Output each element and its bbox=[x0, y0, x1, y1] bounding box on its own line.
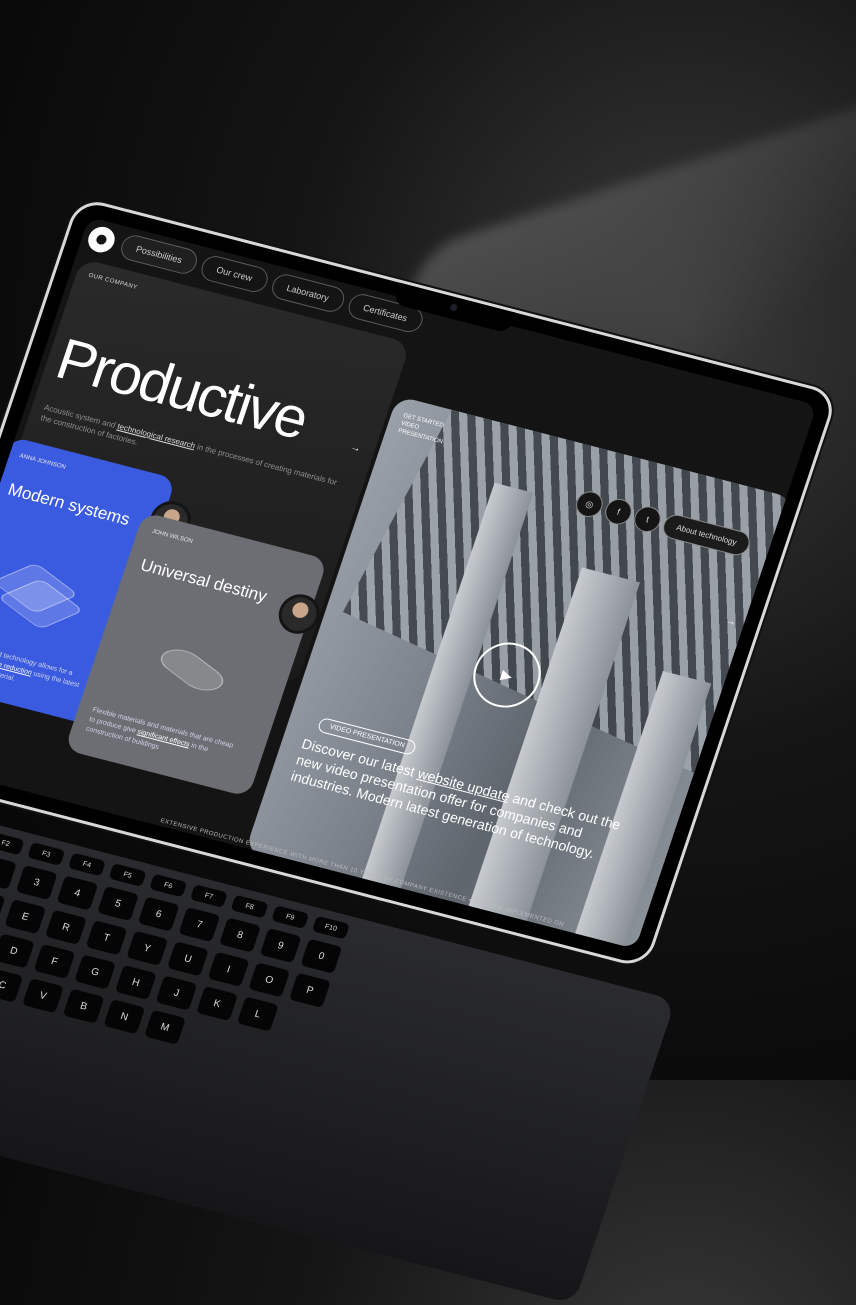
key-u[interactable]: U bbox=[166, 941, 209, 977]
key-9[interactable]: 9 bbox=[259, 928, 302, 964]
key-c[interactable]: C bbox=[0, 967, 24, 1003]
key-d[interactable]: D bbox=[0, 933, 35, 969]
key-2[interactable]: 2 bbox=[0, 854, 17, 890]
key-f4[interactable]: F4 bbox=[67, 852, 106, 877]
key-e[interactable]: E bbox=[4, 899, 47, 935]
key-f[interactable]: F bbox=[33, 943, 76, 980]
key-g[interactable]: G bbox=[74, 954, 117, 990]
card-title: Modern systems bbox=[5, 479, 133, 530]
key-f10[interactable]: F10 bbox=[311, 915, 350, 940]
key-y[interactable]: Y bbox=[126, 930, 169, 966]
key-t[interactable]: T bbox=[85, 920, 128, 956]
card-title: Universal destiny bbox=[138, 555, 270, 606]
key-j[interactable]: J bbox=[155, 975, 198, 1011]
key-f9[interactable]: F9 bbox=[271, 905, 310, 929]
key-f3[interactable]: F3 bbox=[27, 842, 66, 866]
key-3[interactable]: 3 bbox=[15, 864, 58, 901]
key-w[interactable]: W bbox=[0, 888, 6, 924]
key-k[interactable]: K bbox=[196, 985, 239, 1022]
key-f5[interactable]: F5 bbox=[108, 863, 147, 887]
key-6[interactable]: 6 bbox=[137, 896, 180, 932]
key-f2[interactable]: F2 bbox=[0, 831, 25, 856]
key-l[interactable]: L bbox=[236, 996, 279, 1032]
key-h[interactable]: H bbox=[114, 964, 157, 1001]
card-author: ANNA JOHNSON bbox=[18, 453, 67, 471]
key-m[interactable]: M bbox=[144, 1009, 186, 1045]
hero-arrow-icon[interactable]: → bbox=[349, 442, 362, 455]
key-r[interactable]: R bbox=[45, 909, 87, 945]
card-body: Flexible materials and materials that ar… bbox=[84, 706, 235, 754]
key-0[interactable]: 0 bbox=[300, 938, 343, 974]
key-p[interactable]: P bbox=[288, 972, 331, 1008]
key-5[interactable]: 5 bbox=[97, 885, 139, 922]
card-author: JOHN WILSON bbox=[151, 528, 194, 545]
key-f8[interactable]: F8 bbox=[230, 894, 269, 919]
key-7[interactable]: 7 bbox=[178, 907, 221, 943]
video-description: Discover our latest website update and c… bbox=[288, 735, 623, 862]
key-4[interactable]: 4 bbox=[56, 875, 99, 911]
key-b[interactable]: B bbox=[62, 988, 105, 1024]
key-i[interactable]: I bbox=[207, 951, 250, 987]
key-o[interactable]: O bbox=[248, 962, 291, 998]
key-n[interactable]: N bbox=[103, 999, 146, 1035]
key-v[interactable]: V bbox=[22, 978, 64, 1014]
hero-eyebrow: OUR COMPANY bbox=[87, 272, 139, 291]
video-eyebrow: GET STARTED VIDEO PRESENTATION bbox=[397, 412, 445, 446]
key-f7[interactable]: F7 bbox=[189, 884, 228, 908]
glass-disc-icon bbox=[152, 645, 232, 696]
key-f6[interactable]: F6 bbox=[149, 873, 188, 898]
logo-icon[interactable] bbox=[84, 224, 119, 256]
key-8[interactable]: 8 bbox=[219, 917, 261, 953]
